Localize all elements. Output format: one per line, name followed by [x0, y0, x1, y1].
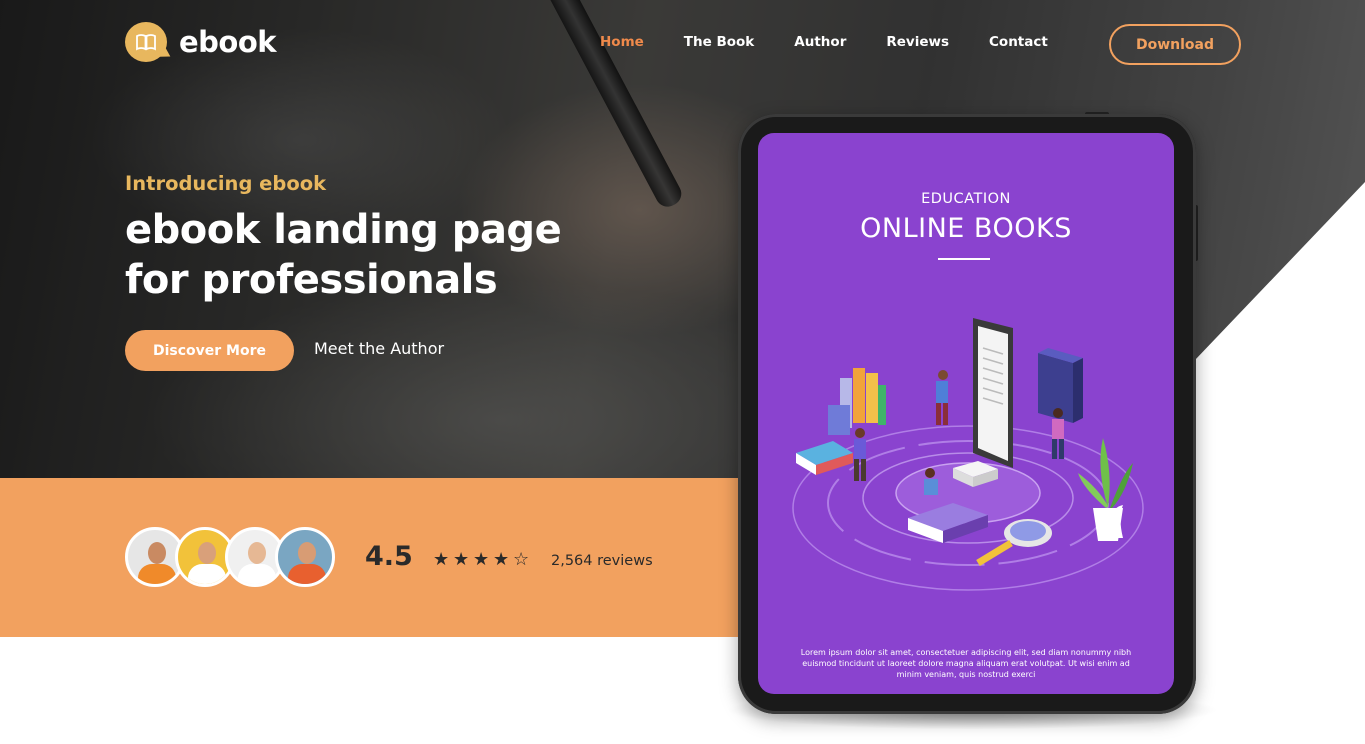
nav-author[interactable]: Author	[794, 34, 846, 50]
cover-category: EDUCATION	[921, 191, 1011, 207]
nav-reviews[interactable]: Reviews	[886, 34, 949, 50]
reviewer-avatars	[125, 527, 335, 587]
meet-author-link[interactable]: Meet the Author	[314, 339, 444, 358]
tablet-device: EDUCATION ONLINE BOOKS Lorem ipsum dolor…	[738, 114, 1196, 714]
cover-title: ONLINE BOOKS	[860, 213, 1072, 244]
star-filled-icon: ★	[453, 549, 470, 570]
brand-name: ebook	[179, 25, 277, 59]
rating-value: 4.5	[365, 541, 413, 572]
cover-body-text: Lorem ipsum dolor sit amet, consectetuer…	[800, 648, 1132, 679]
star-filled-icon: ★	[473, 549, 490, 570]
headline-line-2: for professionals	[125, 257, 498, 303]
brand-logo[interactable]: ebook	[125, 22, 277, 62]
star-empty-icon: ☆	[513, 549, 530, 570]
star-filled-icon: ★	[493, 549, 510, 570]
hero-intro: Introducing ebook	[125, 172, 327, 195]
download-button[interactable]: Download	[1109, 24, 1241, 65]
headline-line-1: ebook landing page	[125, 207, 562, 253]
cover-divider	[938, 258, 990, 260]
open-book-icon	[125, 22, 167, 62]
main-nav: Home The Book Author Reviews Contact	[600, 34, 1088, 50]
avatar	[275, 527, 335, 587]
star-filled-icon: ★	[433, 549, 450, 570]
nav-contact[interactable]: Contact	[989, 34, 1048, 50]
nav-home[interactable]: Home	[600, 34, 644, 50]
hero-headline: ebook landing page for professionals	[125, 205, 685, 305]
online-books-illustration	[792, 318, 1144, 591]
tablet-screen: EDUCATION ONLINE BOOKS Lorem ipsum dolor…	[758, 133, 1174, 694]
star-rating: ★ ★ ★ ★ ☆	[433, 550, 533, 570]
review-count: 2,564 reviews	[551, 553, 653, 569]
discover-more-button[interactable]: Discover More	[125, 330, 294, 371]
nav-the-book[interactable]: The Book	[684, 34, 755, 50]
